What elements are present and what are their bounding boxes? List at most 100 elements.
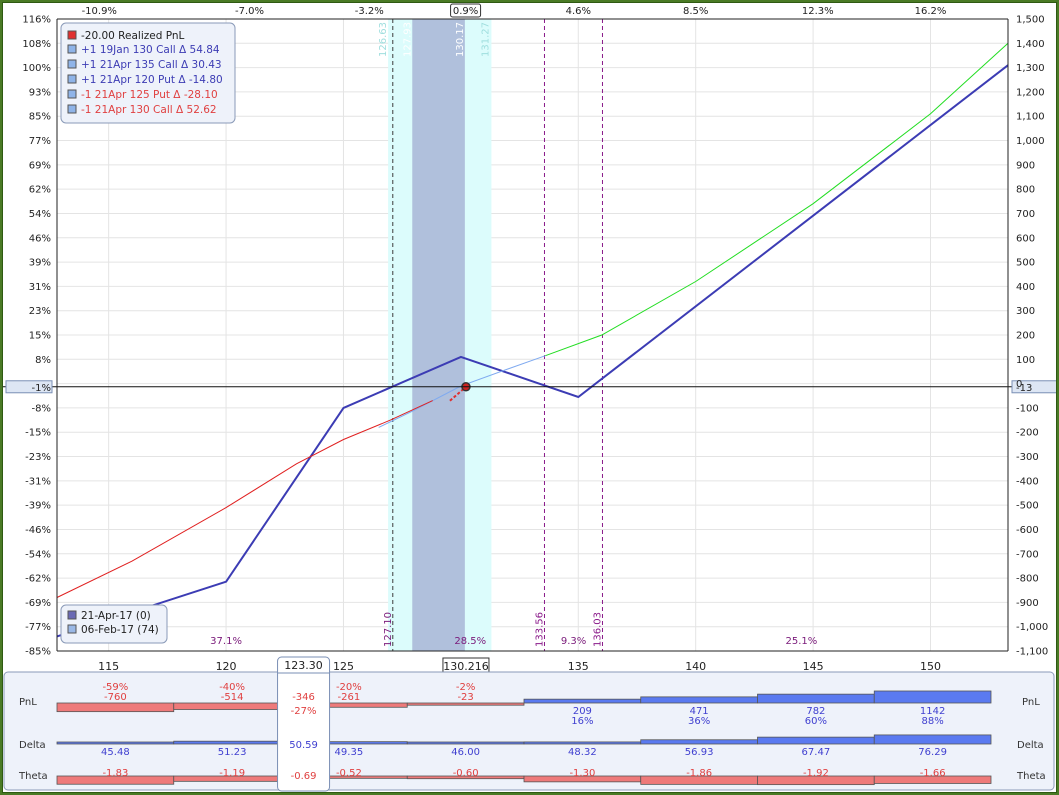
theta-value: -1.92 [803, 768, 829, 779]
y-right-tick-label: -900 [1016, 598, 1039, 609]
delta-bar [523, 741, 642, 745]
panel-background [3, 671, 1055, 791]
left-zero-label: -1% [32, 383, 51, 394]
top-tick-label: 0.9% [453, 6, 478, 17]
legend-item: +1 19Jan 130 Call Δ 54.84 [81, 44, 220, 56]
y-left-tick-label: 85% [29, 112, 51, 123]
y-left-tick-label: -8% [32, 403, 51, 414]
theta-value: -1.66 [920, 768, 946, 779]
y-left-tick-label: 39% [29, 258, 51, 269]
y-right-tick-label: 600 [1016, 233, 1035, 244]
y-right-tick-label: 1,400 [1016, 39, 1045, 50]
delta-value: 49.35 [335, 747, 364, 758]
x-tick-label: 145 [803, 660, 824, 673]
theta-value: -0.60 [453, 768, 479, 779]
y-right-tick-label: 100 [1016, 355, 1035, 366]
delta-bar [173, 740, 291, 745]
delta-value: 67.47 [802, 747, 831, 758]
pnl-bar [173, 702, 291, 710]
y-left-tick-label: -54% [25, 549, 51, 560]
pnl-value: -760 [104, 692, 127, 703]
risk-graph[interactable]: 127.10 133.56 136.03 126.63 127.93 130.17 131.… [3, 3, 1056, 792]
y-right-tick-label: 0 [1016, 379, 1022, 390]
x-tick-label: 125 [333, 660, 354, 673]
y-left-tick-label: -69% [25, 598, 51, 609]
row-label-delta-right: Delta [1017, 740, 1044, 751]
legend-swatch [67, 74, 77, 84]
x-tick-label: 135 [568, 660, 589, 673]
pnl-bar [640, 696, 758, 704]
cursor-pnl-pct: -27% [291, 706, 317, 717]
y-right-tick-label: 1,100 [1016, 112, 1045, 123]
legend-swatch [67, 30, 77, 40]
y-left-tick-label: 108% [22, 39, 51, 50]
legend-swatch [67, 89, 77, 99]
x-tick-label: 140 [685, 660, 706, 673]
pnl-value: -23 [457, 692, 473, 703]
date-legend-item: 06-Feb-17 (74) [81, 624, 159, 636]
y-left-tick-label: -39% [25, 501, 51, 512]
pnl-bar [873, 690, 992, 704]
legend-item: +1 21Apr 135 Call Δ 30.43 [81, 59, 222, 71]
y-right-tick-label: -500 [1016, 501, 1039, 512]
y-left-tick-label: -15% [25, 428, 51, 439]
top-tick-label: 16.2% [915, 6, 947, 17]
theta-value: -1.83 [102, 768, 128, 779]
y-left-tick-label: -62% [25, 574, 51, 585]
top-tick-label: -3.2% [355, 6, 384, 17]
y-right-tick-label: -700 [1016, 549, 1039, 560]
current-price-label: 130.216 [443, 660, 489, 673]
theta-value: -1.30 [569, 768, 595, 779]
y-left-tick-label: 15% [29, 331, 51, 342]
range-probability-label: 25.1% [785, 636, 817, 647]
marker-label: 131.27 [481, 22, 492, 57]
legend-item: +1 21Apr 120 Put Δ -14.80 [81, 74, 223, 86]
y-right-tick-label: 700 [1016, 209, 1035, 220]
pnl-value: -514 [221, 692, 244, 703]
pnl-bar [757, 693, 875, 704]
y-left-tick-label: 62% [29, 185, 51, 196]
y-right-tick-label: -400 [1016, 476, 1039, 487]
date-legend-swatch [67, 610, 77, 620]
cursor-pnl: -346 [292, 692, 315, 703]
y-right-tick-label: 300 [1016, 306, 1035, 317]
theta-value: -0.52 [336, 768, 362, 779]
legend-title: -20.00 Realized PnL [81, 30, 185, 42]
shaded-range [412, 19, 465, 651]
date-legend-swatch [67, 624, 77, 634]
range-probability-label: 9.3% [561, 636, 586, 647]
y-right-tick-label: -300 [1016, 452, 1039, 463]
y-left-tick-label: -77% [25, 622, 51, 633]
row-label-theta: Theta [18, 771, 48, 782]
marker-label: 127.10 [383, 612, 394, 647]
y-right-tick-label: 1,300 [1016, 63, 1045, 74]
marker-label: 133.56 [534, 612, 545, 647]
legend-swatch [67, 44, 77, 54]
y-right-tick-label: 800 [1016, 185, 1035, 196]
y-right-tick-label: -800 [1016, 574, 1039, 585]
top-tick-label: 12.3% [802, 6, 834, 17]
delta-value: 76.29 [918, 747, 947, 758]
y-right-tick-label: 900 [1016, 160, 1035, 171]
pnl-bar [523, 698, 642, 704]
delta-value: 45.48 [101, 747, 130, 758]
pnl-pct: 36% [688, 716, 710, 727]
x-tick-label: 150 [920, 660, 941, 673]
legend-item: -1 21Apr 130 Call Δ 52.62 [81, 104, 217, 116]
y-left-tick-label: -85% [25, 647, 51, 658]
top-tick-label: 4.6% [566, 6, 591, 17]
chart-frame: 127.10 133.56 136.03 126.63 127.93 130.17 131.… [2, 2, 1057, 793]
delta-value: 51.23 [218, 747, 247, 758]
y-left-tick-label: 77% [29, 136, 51, 147]
pnl-bar [56, 702, 175, 713]
x-tick-label: 120 [216, 660, 237, 673]
row-label-theta-right: Theta [1016, 771, 1046, 782]
y-right-tick-label: 1,500 [1016, 15, 1045, 26]
pnl-value: -261 [338, 692, 361, 703]
top-tick-label: 8.5% [683, 6, 708, 17]
marker-label: 127.93 [402, 22, 413, 57]
range-probability-label: 37.1% [210, 636, 242, 647]
marker-label: 126.63 [378, 22, 389, 57]
y-left-tick-label: -31% [25, 476, 51, 487]
delta-bar [406, 741, 525, 745]
